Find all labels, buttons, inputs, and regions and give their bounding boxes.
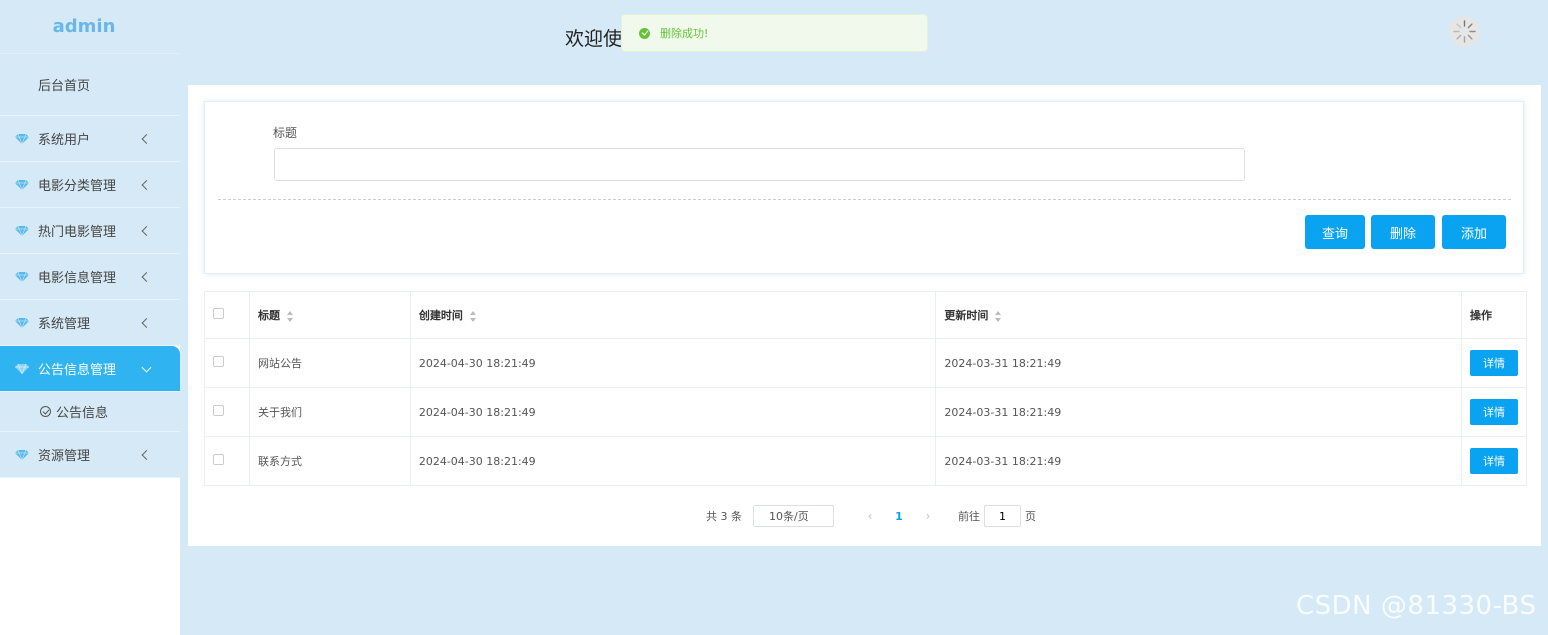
cell-updated: 2024-03-31 18:21:49 <box>935 436 1462 486</box>
row-checkbox[interactable] <box>213 405 224 416</box>
select-all-checkbox[interactable] <box>213 308 224 319</box>
cell-title: 关于我们 <box>248 387 411 437</box>
diamond-icon <box>15 271 29 282</box>
chevron-left-icon <box>141 179 152 190</box>
sidebar-item-home[interactable]: 后台首页 <box>0 54 180 116</box>
success-check-icon <box>639 27 650 39</box>
sidebar-item-label: 电影分类管理 <box>38 179 117 194</box>
row-select-cell <box>204 436 250 486</box>
cell-updated: 2024-03-31 18:21:49 <box>935 387 1462 437</box>
divider <box>218 199 1511 200</box>
diamond-icon <box>15 449 29 460</box>
logo: admin <box>52 16 116 37</box>
next-page-icon[interactable]: › <box>920 509 936 523</box>
prev-page-icon[interactable]: ‹ <box>862 509 878 523</box>
toast-message: 删除成功! <box>660 27 709 40</box>
diamond-icon <box>15 317 29 328</box>
detail-button[interactable]: 详情 <box>1469 399 1518 425</box>
search-panel: 标题 查询 删除 添加 <box>204 101 1524 274</box>
diamond-icon <box>15 225 29 236</box>
page-suffix-label: 页 <box>1025 510 1036 523</box>
chevron-left-icon <box>141 133 152 144</box>
sidebar-item-system-users[interactable]: 系统用户 <box>0 116 180 162</box>
add-button[interactable]: 添加 <box>1442 215 1506 249</box>
title-search-input[interactable] <box>274 148 1245 181</box>
column-header-title[interactable]: 标题 <box>248 291 411 339</box>
cell-updated: 2024-03-31 18:21:49 <box>935 338 1462 388</box>
diamond-icon <box>15 133 29 144</box>
select-all-cell <box>204 291 250 339</box>
pagination-total: 共 3 条 <box>706 510 742 523</box>
column-header-updated[interactable]: 更新时间 <box>935 291 1462 339</box>
sidebar-item-movie-category[interactable]: 电影分类管理 <box>0 162 180 208</box>
title-field-label: 标题 <box>273 126 298 140</box>
cell-title: 网站公告 <box>248 338 411 388</box>
chevron-left-icon <box>141 317 152 328</box>
table-row: 网站公告 2024-04-30 18:21:49 2024-03-31 18:2… <box>204 338 1528 388</box>
page-size-select[interactable]: 10条/页 <box>753 505 834 527</box>
watermark: CSDN @81330-BS <box>1296 591 1537 621</box>
cell-created: 2024-04-30 18:21:49 <box>409 387 937 437</box>
sidebar-item-announcements[interactable]: 公告信息管理 <box>0 346 180 392</box>
loading-spinner-icon <box>1449 16 1480 47</box>
diamond-icon <box>15 363 29 374</box>
table-header-row: 标题 创建时间 更新时间 操作 <box>204 291 1528 339</box>
announcement-table: 标题 创建时间 更新时间 操作 网站公告 2024-04-30 18:21:49… <box>204 291 1528 486</box>
delete-button[interactable]: 删除 <box>1371 215 1435 249</box>
goto-label: 前往 <box>958 510 980 523</box>
welcome-text: 欢迎使 <box>565 28 623 50</box>
cell-actions: 详情 <box>1460 436 1528 486</box>
page-number-current[interactable]: 1 <box>890 510 908 523</box>
sort-icon[interactable] <box>469 310 477 322</box>
goto-page-input[interactable] <box>984 505 1021 527</box>
sidebar-item-label: 电影信息管理 <box>38 271 117 286</box>
chevron-left-icon <box>141 271 152 282</box>
row-checkbox[interactable] <box>213 454 224 465</box>
sidebar-subitem-label: 公告信息 <box>56 406 109 421</box>
sort-icon[interactable] <box>995 310 1002 322</box>
check-circle-icon <box>40 406 51 417</box>
avatar[interactable] <box>1449 16 1480 47</box>
detail-button[interactable]: 详情 <box>1469 448 1518 474</box>
cell-title: 联系方式 <box>248 436 411 486</box>
sidebar: admin 后台首页 系统用户 电影分类管理 热门电影管理 电影信息管理 系统管… <box>0 0 180 635</box>
sidebar-item-label: 后台首页 <box>38 79 91 94</box>
sidebar-item-label: 系统管理 <box>38 317 91 332</box>
sidebar-item-resources[interactable]: 资源管理 <box>0 432 180 478</box>
diamond-icon <box>15 179 29 190</box>
table-row: 联系方式 2024-04-30 18:21:49 2024-03-31 18:2… <box>204 436 1528 486</box>
sidebar-header: admin <box>0 0 180 54</box>
sidebar-item-system-management[interactable]: 系统管理 <box>0 300 180 346</box>
sidebar-item-label: 系统用户 <box>38 133 91 148</box>
sidebar-item-label: 资源管理 <box>38 449 91 464</box>
cell-created: 2024-04-30 18:21:49 <box>409 338 937 388</box>
column-header-created[interactable]: 创建时间 <box>409 291 937 339</box>
chevron-down-icon <box>141 362 152 373</box>
sidebar-subitem-announcement-info[interactable]: 公告信息 <box>0 392 180 432</box>
column-header-actions: 操作 <box>1460 291 1528 339</box>
sort-icon[interactable] <box>286 310 294 322</box>
chevron-left-icon <box>141 449 152 460</box>
cell-created: 2024-04-30 18:21:49 <box>409 436 937 486</box>
pagination: 共 3 条 10条/页 ‹ 1 › 前往 页 <box>706 505 1036 527</box>
table-row: 关于我们 2024-04-30 18:21:49 2024-03-31 18:2… <box>204 387 1528 437</box>
chevron-left-icon <box>141 225 152 236</box>
row-select-cell <box>204 338 250 388</box>
success-toast: 删除成功! <box>621 14 928 52</box>
row-select-cell <box>204 387 250 437</box>
cell-actions: 详情 <box>1460 338 1528 388</box>
query-button[interactable]: 查询 <box>1305 215 1365 249</box>
main-content: 标题 查询 删除 添加 标题 创建时间 更新时间 操作 网站公告 2024-04… <box>188 85 1541 546</box>
sidebar-item-movie-info[interactable]: 电影信息管理 <box>0 254 180 300</box>
sidebar-item-hot-movies[interactable]: 热门电影管理 <box>0 208 180 254</box>
row-checkbox[interactable] <box>213 356 224 367</box>
sidebar-item-label: 热门电影管理 <box>38 225 117 240</box>
detail-button[interactable]: 详情 <box>1469 350 1518 376</box>
cell-actions: 详情 <box>1460 387 1528 437</box>
sidebar-item-label: 公告信息管理 <box>38 363 117 378</box>
